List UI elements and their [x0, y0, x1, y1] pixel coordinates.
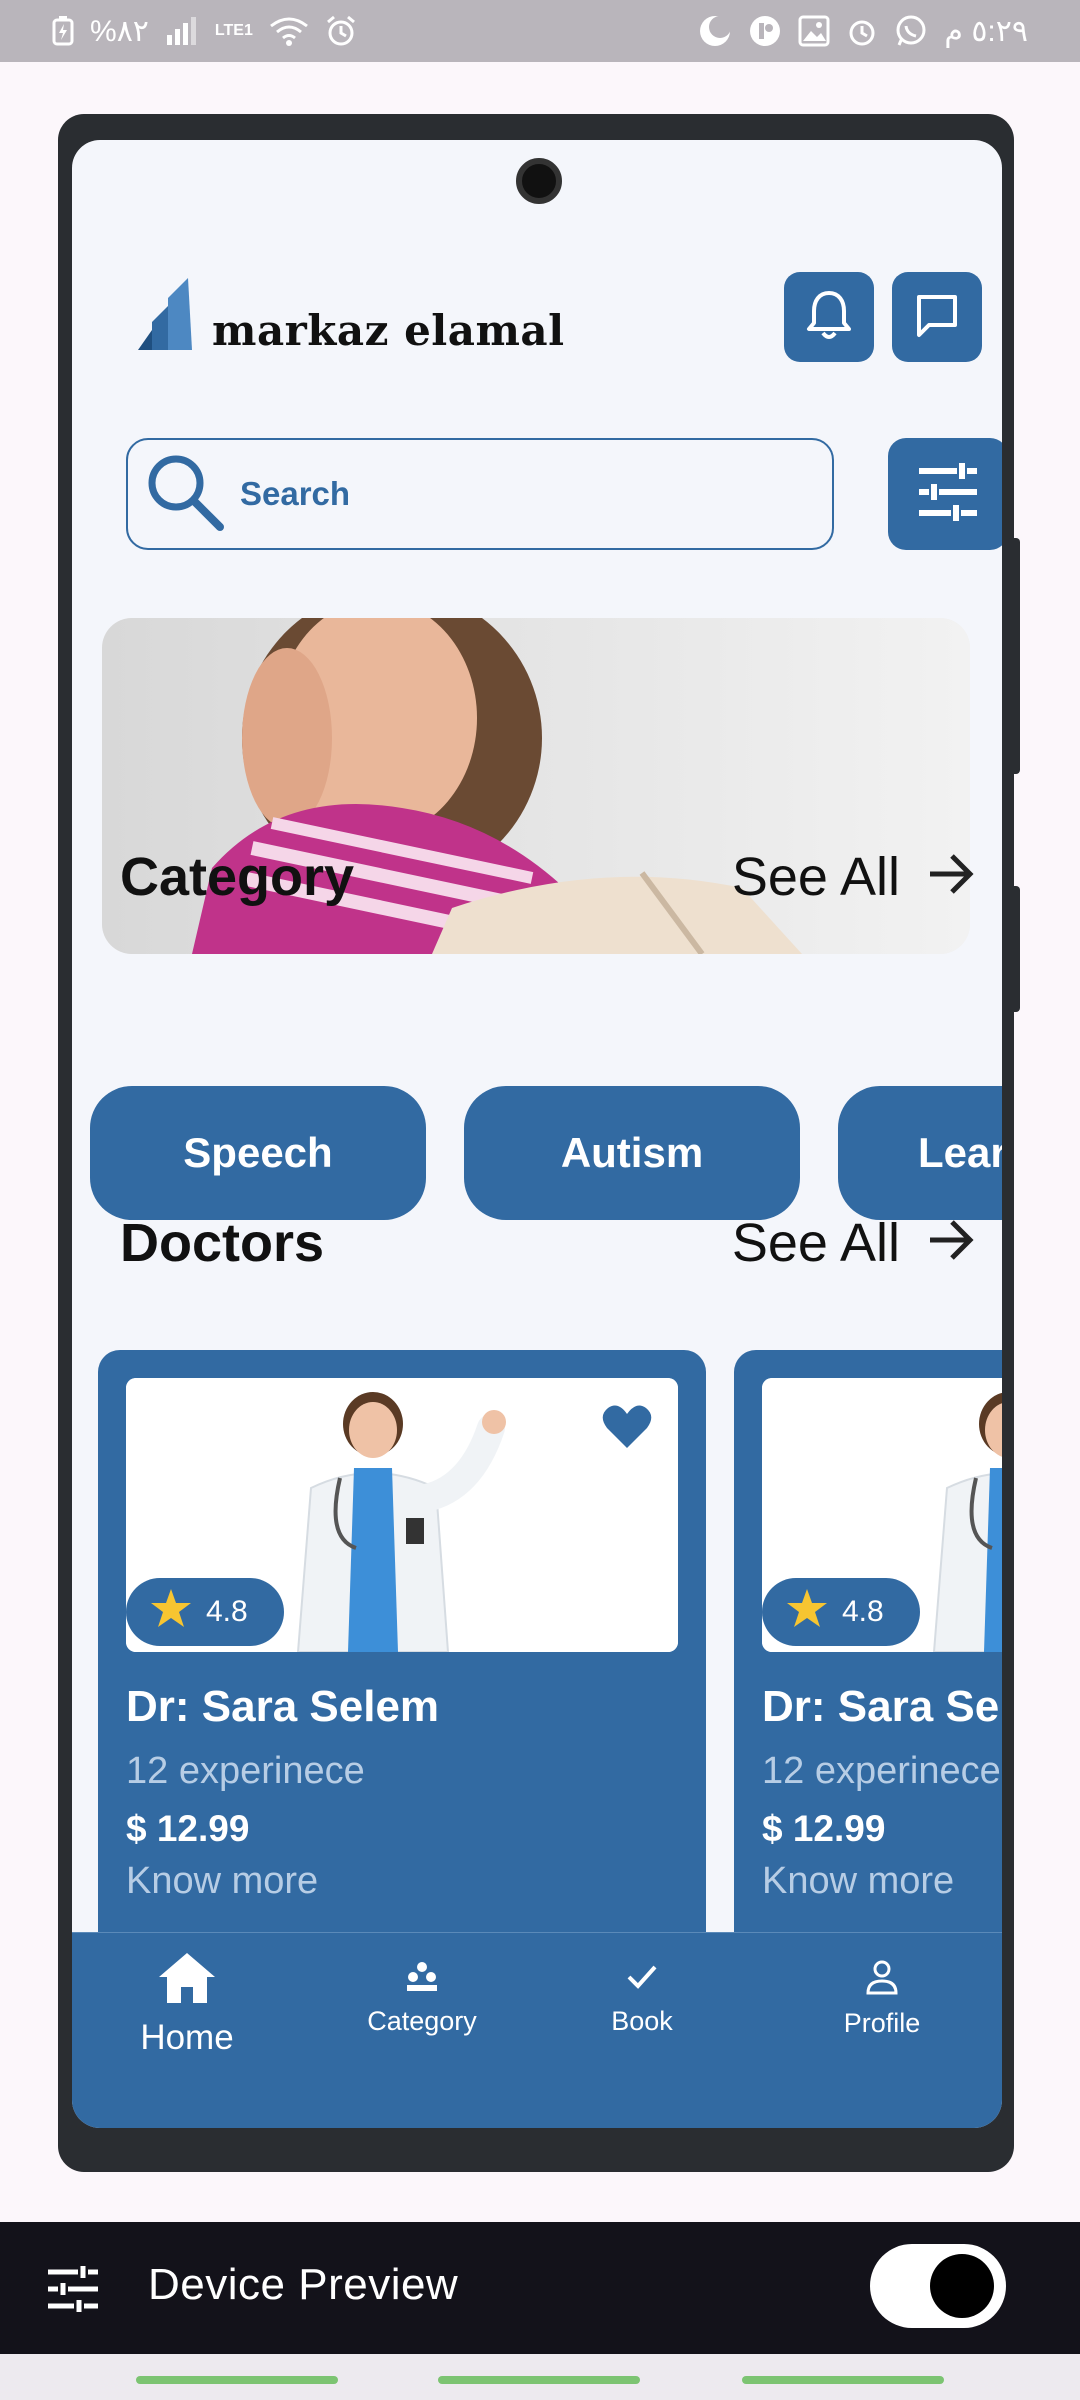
nav-label-book: Book [611, 2006, 673, 2036]
nav-item-category[interactable]: Category [342, 1933, 502, 2128]
app-notification-icon [748, 14, 782, 48]
nav-gesture-indicator[interactable] [136, 2376, 338, 2384]
category-icon [405, 1959, 439, 1998]
toggle-knob [930, 2254, 994, 2318]
device-side-button [1008, 538, 1020, 774]
rating-value: 4.8 [206, 1595, 248, 1628]
nav-item-book[interactable]: Book [582, 1933, 702, 2128]
nav-label-home: Home [140, 2018, 234, 2057]
doctor-photo: 4.8 [762, 1378, 1002, 1652]
signal-icon [165, 17, 199, 45]
nav-label-profile: Profile [843, 2008, 921, 2038]
star-icon [786, 1588, 828, 1636]
category-chip-autism[interactable]: Autism [464, 1086, 800, 1220]
star-icon [150, 1588, 192, 1636]
network-label: LTE1 [214, 22, 253, 39]
notifications-button[interactable] [784, 272, 874, 362]
bell-icon [805, 289, 853, 346]
see-all-label: See All [731, 1213, 900, 1273]
doctor-price: $ 12.99 [762, 1808, 886, 1849]
doctors-section-title: Doctors [120, 1213, 325, 1273]
doctor-experience: 12 experinece [762, 1750, 1001, 1792]
search-placeholder: Search [240, 475, 351, 512]
category-chip-learning[interactable]: Lear [838, 1086, 1002, 1220]
wifi-icon [269, 16, 309, 46]
doctor-experience: 12 experinece [126, 1750, 365, 1792]
front-camera [516, 158, 562, 204]
favorite-heart-icon[interactable] [602, 1404, 652, 1455]
doctor-price: $ 12.99 [126, 1808, 250, 1849]
whatsapp-icon [894, 14, 928, 48]
filter-button[interactable] [888, 438, 1002, 550]
nav-gesture-indicator[interactable] [742, 2376, 944, 2384]
search-icon [144, 451, 226, 538]
chat-icon [913, 291, 961, 344]
rating-badge: 4.8 [126, 1578, 284, 1646]
status-bar: %٨٢ LTE1 ٥:٢٩ م [0, 0, 1080, 62]
doctor-card[interactable]: 4.8 Dr: Sara Se 12 experinece $ 12.99 Kn… [734, 1350, 1002, 1970]
doctor-photo: 4.8 [126, 1378, 678, 1652]
category-section-title: Category [120, 847, 355, 907]
nav-item-home[interactable]: Home [112, 1933, 262, 2128]
app-screen: markaz elamal Search Category See All Sp… [72, 140, 1002, 2128]
rating-badge: 4.8 [762, 1578, 920, 1646]
device-preview-bar: Device Preview [0, 2222, 1080, 2354]
doctor-name: Dr: Sara Selem [126, 1682, 440, 1731]
moon-icon [698, 14, 732, 48]
know-more-link[interactable]: Know more [126, 1860, 318, 1903]
gallery-icon [798, 15, 830, 47]
alarm-icon [846, 15, 878, 47]
search-field[interactable]: Search [126, 438, 834, 550]
category-chip-speech[interactable]: Speech [90, 1086, 426, 1220]
logo-text: markaz elamal [212, 306, 565, 355]
nav-label-category: Category [367, 2006, 477, 2036]
check-icon [625, 1959, 659, 1998]
settings-sliders-icon[interactable] [48, 2266, 98, 2317]
sliders-icon [917, 462, 979, 526]
know-more-link[interactable]: Know more [762, 1860, 954, 1903]
doctor-card[interactable]: 4.8 Dr: Sara Selem 12 experinece $ 12.99… [98, 1350, 706, 1970]
messages-button[interactable] [892, 272, 982, 362]
device-preview-title: Device Preview [148, 2260, 459, 2309]
home-icon [157, 1951, 217, 2010]
rating-value: 4.8 [842, 1595, 884, 1628]
arrow-right-icon [928, 1212, 974, 1274]
bottom-navigation: Home Category Book Profile [72, 1932, 1002, 2128]
battery-icon [52, 16, 74, 46]
alarm-icon [325, 15, 357, 47]
doctor-name: Dr: Sara Se [762, 1682, 1000, 1731]
clock-time: ٥:٢٩ م [944, 14, 1028, 48]
device-side-button [1008, 886, 1020, 1012]
nav-item-profile[interactable]: Profile [812, 1933, 952, 2128]
nav-gesture-indicator[interactable] [438, 2376, 640, 2384]
see-all-label: See All [731, 847, 900, 907]
category-see-all-link[interactable]: See All [732, 846, 974, 908]
doctors-see-all-link[interactable]: See All [732, 1212, 974, 1274]
device-preview-toggle[interactable] [870, 2244, 1006, 2328]
battery-percent: %٨٢ [90, 14, 149, 48]
system-navigation-bar [0, 2354, 1080, 2400]
logo-mark-icon [138, 278, 194, 355]
app-logo: markaz elamal [138, 278, 565, 355]
arrow-right-icon [928, 846, 974, 908]
person-icon [865, 1959, 899, 2000]
